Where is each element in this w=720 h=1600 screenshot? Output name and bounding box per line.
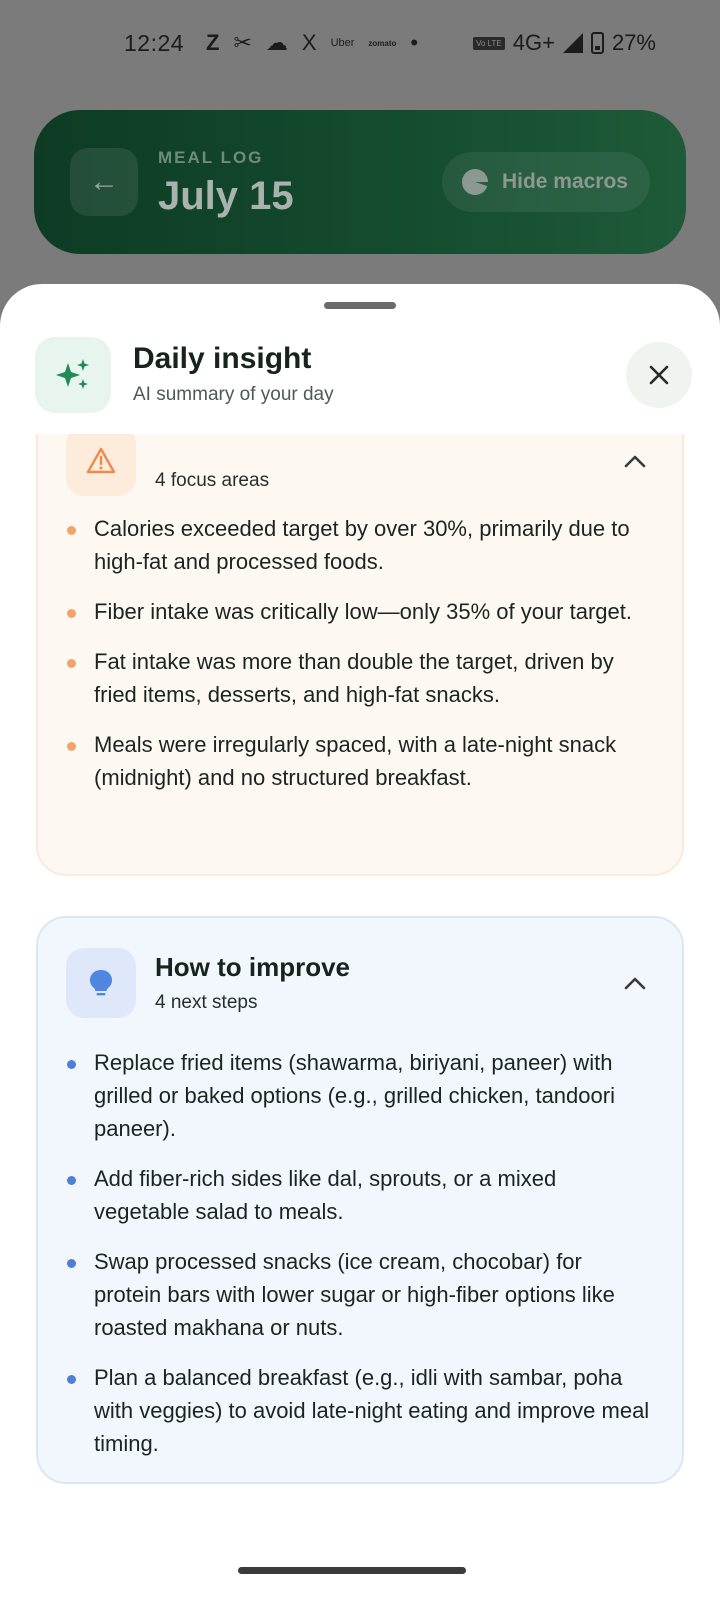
system-indicators: Vo LTE 4G+ 27% — [473, 30, 656, 56]
list-item: Fat intake was more than double the targ… — [66, 645, 654, 711]
lightbulb-icon — [66, 948, 136, 1018]
daily-insight-sheet: Daily insight AI summary of your day 4 f… — [0, 284, 720, 1600]
list-item: Plan a balanced breakfast (e.g., idli wi… — [66, 1361, 654, 1460]
focus-areas-list: Calories exceeded target by over 30%, pr… — [66, 512, 654, 811]
notification-icons: Z ✂ ☁ X Uber zomato • — [206, 30, 418, 56]
x-app-icon: X — [301, 30, 317, 55]
battery-icon — [590, 32, 604, 54]
list-item: Calories exceeded target by over 30%, pr… — [66, 512, 654, 578]
pie-chart-icon — [461, 169, 488, 195]
collapse-improve-button[interactable] — [624, 970, 646, 996]
insight-scroll-area[interactable]: 4 focus areas Calories exceeded target b… — [0, 434, 720, 1574]
close-button[interactable] — [626, 342, 692, 408]
sheet-title: Daily insight — [133, 342, 312, 375]
zepto-app-icon: Z — [206, 30, 220, 55]
list-item: Swap processed snacks (ice cream, chocob… — [66, 1245, 654, 1344]
meal-log-header: ← MEAL LOG July 15 Hide macros — [34, 110, 686, 254]
hide-macros-label: Hide macros — [501, 170, 628, 193]
hide-macros-button[interactable]: Hide macros — [441, 152, 650, 212]
focus-areas-subtitle: 4 focus areas — [155, 470, 270, 491]
warning-icon — [66, 434, 136, 496]
more-notifications-icon: • — [410, 30, 419, 55]
status-time: 12:24 — [124, 30, 185, 56]
zomato-app-icon: zomato — [368, 38, 397, 48]
gesture-nav-bar[interactable] — [238, 1567, 466, 1574]
status-bar: 12:24 Z ✂ ☁ X Uber zomato • Vo LTE 4G+ 2… — [0, 0, 720, 92]
list-item: Replace fried items (shawarma, biriyani,… — [66, 1046, 654, 1145]
header-date: July 15 — [158, 174, 294, 218]
how-to-improve-card: How to improve 4 next steps Replace frie… — [36, 916, 684, 1484]
sparkles-icon — [35, 337, 111, 413]
network-type: 4G+ — [512, 30, 555, 55]
list-item: Add fiber-rich sides like dal, sprouts, … — [66, 1162, 654, 1228]
volte-icon: Vo LTE — [473, 36, 505, 50]
chevron-up-icon — [624, 977, 646, 990]
collapse-focus-button[interactable] — [624, 448, 646, 474]
cloud-app-icon: ☁ — [265, 30, 288, 55]
sheet-subtitle: AI summary of your day — [133, 384, 334, 405]
back-button[interactable]: ← — [70, 148, 138, 216]
header-eyebrow: MEAL LOG — [158, 148, 264, 167]
scissors-app-icon: ✂ — [233, 30, 252, 55]
signal-icon — [562, 33, 583, 53]
how-to-improve-title: How to improve — [155, 952, 351, 982]
arrow-left-icon: ← — [89, 165, 119, 198]
list-item: Fiber intake was critically low—only 35%… — [66, 595, 654, 628]
close-icon — [649, 365, 669, 385]
chevron-up-icon — [624, 455, 646, 468]
sheet-header: Daily insight AI summary of your day — [0, 334, 720, 434]
list-item: Meals were irregularly spaced, with a la… — [66, 728, 654, 794]
sheet-drag-handle[interactable] — [324, 302, 396, 309]
uber-app-icon: Uber — [330, 37, 355, 49]
how-to-improve-subtitle: 4 next steps — [155, 992, 258, 1013]
next-steps-list: Replace fried items (shawarma, biriyani,… — [66, 1046, 654, 1477]
battery-percent: 27% — [611, 30, 656, 55]
focus-areas-card: 4 focus areas Calories exceeded target b… — [36, 434, 684, 876]
